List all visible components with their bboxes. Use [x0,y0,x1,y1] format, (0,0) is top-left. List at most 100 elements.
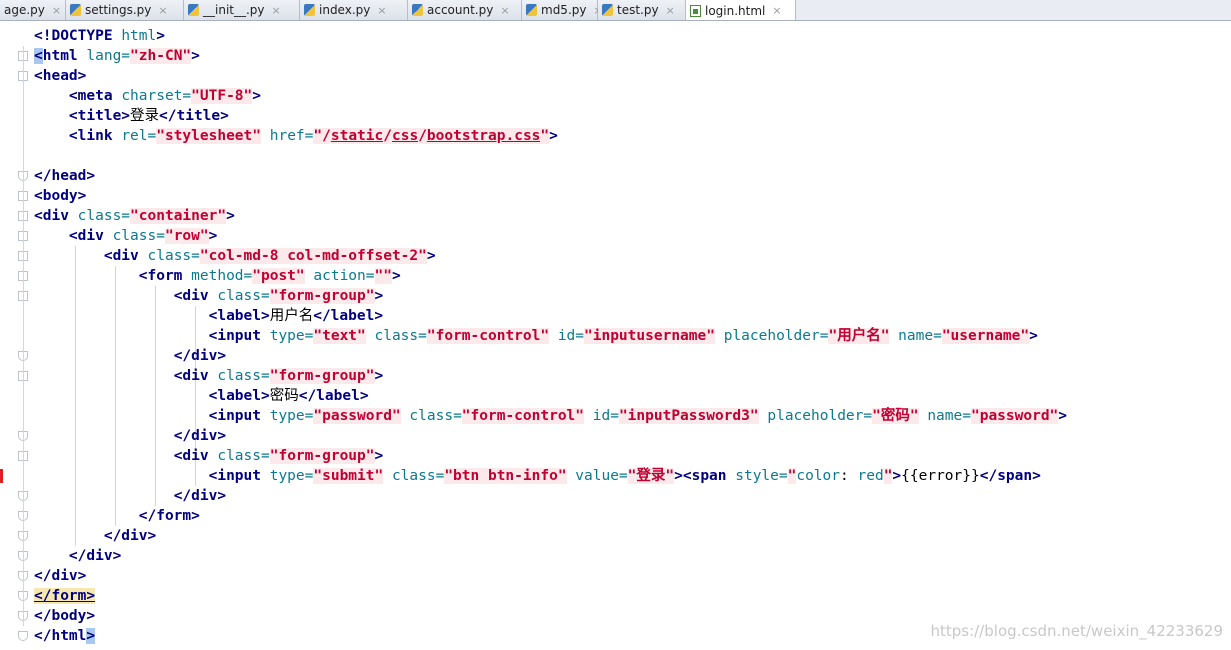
code-line[interactable]: </div> [34,566,86,586]
code-token: "col-md-8 col-md-offset-2" [199,248,427,264]
code-token: </title> [159,108,229,124]
code-token: <div [103,248,148,264]
code-token: method= [191,268,253,284]
close-icon[interactable]: × [500,4,509,17]
code-line[interactable]: <input type="password" class="form-contr… [34,406,1067,426]
error-marker[interactable] [0,469,3,483]
code-token: style= [735,468,788,484]
code-token: </form> [34,588,96,604]
code-token: <!DOCTYPE [34,28,122,44]
code-token: class= [217,288,270,304]
tab-label: login.html [705,3,766,18]
code-token: </body> [34,608,96,624]
code-token: placeholder= [714,328,829,344]
code-token: css [391,128,419,144]
fold-end-icon[interactable] [18,631,28,641]
tab-account-py[interactable]: account.py × [408,0,522,20]
code-token: "form-control" [461,408,585,424]
code-token: </div> [103,528,157,544]
code-line[interactable]: <html lang="zh-CN"> [34,46,200,66]
tab-settings-py[interactable]: settings.py × [66,0,184,20]
code-token: lang= [86,48,131,64]
close-icon[interactable]: × [272,4,281,17]
close-icon[interactable]: × [158,4,167,17]
code-token: rel= [121,128,157,144]
code-line[interactable]: <label>用户名</label> [34,306,383,326]
code-token: 用户名 [269,308,314,324]
code-token: > [208,228,218,244]
code-token: "text" [313,328,366,344]
code-line[interactable]: <div class="col-md-8 col-md-offset-2"> [34,246,436,266]
code-token: / [418,128,427,144]
tab-test-py[interactable]: test.py × [598,0,686,20]
code-token: action= [304,268,375,284]
close-icon[interactable]: × [377,4,386,17]
code-token: "form-group" [269,368,375,384]
code-line[interactable]: </div> [34,526,156,546]
code-token: class= [112,228,165,244]
code-line[interactable]: <input type="text" class="form-control" … [34,326,1038,346]
code-token: " [540,128,550,144]
tab-age-py[interactable]: age.py × [0,0,66,20]
code-token: < [34,48,43,64]
code-line[interactable]: </head> [34,166,95,186]
code-token: "UTF-8" [191,88,253,104]
code-line[interactable]: <label>密码</label> [34,386,369,406]
python-file-icon [602,4,613,16]
code-token: > [191,48,200,64]
code-line[interactable]: </div> [34,546,121,566]
code-line[interactable]: <input type="submit" class="btn btn-info… [34,466,1041,486]
close-icon[interactable]: × [772,4,781,17]
code-token: <input [208,408,270,424]
tab-label: __init__.py [203,3,265,17]
tab-md5-py[interactable]: md5.py× [522,0,603,20]
code-line[interactable]: </div> [34,346,226,366]
code-line[interactable]: </div> [34,486,226,506]
code-token: type= [269,408,314,424]
indent-guide [23,46,24,626]
code-editor[interactable]: <!DOCTYPE html> <html lang="zh-CN"> <head>… [0,21,1231,650]
code-token: color [796,468,841,484]
tab-login-html[interactable]: login.html × [686,0,796,20]
code-line[interactable]: <div class="container"> [34,206,235,226]
code-line[interactable]: <body> [34,186,86,206]
code-line[interactable]: <div class="form-group"> [34,286,383,306]
code-line[interactable]: </html> [34,626,96,646]
code-token: </html [34,628,87,644]
code-token: "form-group" [269,448,375,464]
code-line[interactable]: <form method="post" action=""> [34,266,401,286]
code-line[interactable]: </form> [34,506,200,526]
code-token: 用户名 [837,328,881,344]
code-token: class= [77,208,131,224]
code-line[interactable]: <link rel="stylesheet" href="/static/css… [34,126,558,146]
code-line[interactable]: <div class="form-group"> [34,366,383,386]
close-icon[interactable]: × [666,4,675,17]
code-line[interactable]: <!DOCTYPE html> [34,26,165,46]
code-line[interactable]: </body> [34,606,95,626]
code-line[interactable]: <div class="form-group"> [34,446,383,466]
code-token: "form-control" [426,328,550,344]
code-token: : [840,468,858,484]
code-token: placeholder= [758,408,873,424]
code-token: class= [217,368,270,384]
code-line[interactable]: </form> [34,586,96,606]
code-line[interactable]: <title>登录</title> [34,106,229,126]
tab-init-py[interactable]: __init__.py × [184,0,300,20]
code-token: " [872,408,881,424]
code-line[interactable]: <meta charset="UTF-8"> [34,86,261,106]
code-line[interactable]: <div class="row"> [34,226,217,246]
code-token: <label> [208,388,270,404]
close-icon[interactable]: × [52,4,61,17]
tab-index-py[interactable]: index.py × [300,0,408,20]
code-token: 登录 [130,108,160,124]
code-line[interactable]: <head> [34,66,86,86]
code-token: " [909,408,919,424]
code-line[interactable]: </div> [34,426,226,446]
